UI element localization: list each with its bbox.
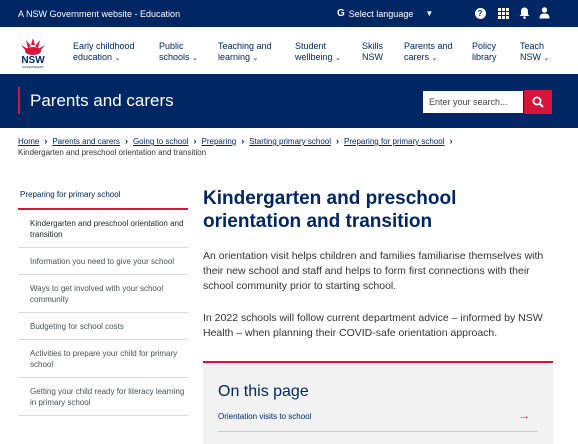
breadcrumb-home[interactable]: Home xyxy=(18,137,39,146)
nav-public-schools[interactable]: Public schools ⌄ xyxy=(159,41,198,64)
on-this-page-box: On this page Orientation visits to schoo… xyxy=(203,361,553,444)
language-label: Select language xyxy=(348,8,414,19)
sidebar-nav: Preparing for primary school Kindergarte… xyxy=(18,186,188,416)
search-button[interactable] xyxy=(524,90,552,114)
sidebar-item-activities[interactable]: Activities to prepare your child for pri… xyxy=(18,340,188,378)
chevron-down-icon: ▼ xyxy=(425,9,434,18)
section-title: Parents and carers xyxy=(30,91,174,110)
chevron-right-icon: › xyxy=(336,136,340,146)
breadcrumb-parents-carers[interactable]: Parents and carers xyxy=(52,137,120,146)
government-site-note: A NSW Government website - Education xyxy=(18,9,181,19)
sidebar-item-literacy[interactable]: Getting your child ready for literacy le… xyxy=(18,378,188,416)
intro-paragraph: An orientation visit helps children and … xyxy=(203,250,544,292)
chevron-right-icon: › xyxy=(44,136,48,146)
bell-icon[interactable] xyxy=(518,7,530,19)
chevron-right-icon: › xyxy=(449,136,453,146)
chevron-down-icon: ⌄ xyxy=(543,55,550,62)
chevron-down-icon: ⌄ xyxy=(192,55,198,62)
language-selector[interactable]: G Select language ▼ xyxy=(337,8,433,19)
nav-skills-nsw[interactable]: Skills NSW xyxy=(362,41,383,63)
chevron-down-icon: ⌄ xyxy=(114,55,121,62)
covid-paragraph: In 2022 schools will follow current depa… xyxy=(203,312,543,339)
chevron-right-icon: › xyxy=(241,136,245,146)
on-this-page-heading: On this page xyxy=(218,383,309,400)
nav-teach-nsw[interactable]: Teach NSW ⌄ xyxy=(520,41,549,64)
breadcrumb-preparing-primary[interactable]: Preparing for primary school xyxy=(344,137,444,146)
help-icon[interactable]: ? xyxy=(474,7,486,19)
page-title: Kindergarten and preschool orientation a… xyxy=(203,188,457,232)
nav-early-childhood[interactable]: Early childhood education ⌄ xyxy=(73,41,135,64)
nav-parents-carers[interactable]: Parents and carers ⌄ xyxy=(404,41,453,64)
breadcrumb-preparing[interactable]: Preparing xyxy=(202,137,237,146)
chevron-right-icon: › xyxy=(124,136,128,146)
sidebar-heading[interactable]: Preparing for primary school xyxy=(18,186,188,210)
breadcrumb-going-to-school[interactable]: Going to school xyxy=(133,137,189,146)
search-input[interactable]: Enter your search... xyxy=(423,91,523,113)
nav-policy-library[interactable]: Policy library xyxy=(472,41,497,63)
sidebar-item-information[interactable]: Information you need to give your school xyxy=(18,248,188,275)
chevron-down-icon: ⌄ xyxy=(252,55,259,62)
nsw-government-logo[interactable]: NSW GOVERNMENT xyxy=(19,37,47,69)
masthead: A NSW Government website - Education G S… xyxy=(0,0,578,27)
breadcrumb-starting-primary[interactable]: Starting primary school xyxy=(249,137,331,146)
sidebar-item-orientation[interactable]: Kindergarten and preschool orientation a… xyxy=(18,210,188,248)
svg-text:GOVERNMENT: GOVERNMENT xyxy=(22,65,44,69)
breadcrumb: Home › Parents and carers › Going to school ›… xyxy=(18,136,563,158)
on-this-page-link[interactable]: Orientation visits to school → xyxy=(218,410,538,432)
search-icon xyxy=(532,96,544,108)
site-header: NSW GOVERNMENT Early childhood education… xyxy=(0,27,578,74)
breadcrumb-current: Kindergarten and preschool orientation a… xyxy=(18,148,207,157)
apps-grid-icon[interactable] xyxy=(497,7,509,19)
nav-teaching-learning[interactable]: Teaching and learning ⌄ xyxy=(218,41,272,64)
chevron-right-icon: › xyxy=(193,136,197,146)
chevron-down-icon: ⌄ xyxy=(335,55,341,62)
section-banner: Parents and carers Enter your search... xyxy=(0,74,578,128)
banner-accent-bar xyxy=(18,87,20,114)
nav-student-wellbeing[interactable]: Student wellbeing ⌄ xyxy=(295,41,341,64)
google-translate-icon: G xyxy=(337,8,345,19)
arrow-right-icon: → xyxy=(519,410,530,422)
sidebar-item-get-involved[interactable]: Ways to get involved with your school co… xyxy=(18,275,188,313)
chevron-down-icon: ⌄ xyxy=(431,55,438,62)
user-icon[interactable] xyxy=(538,7,550,19)
sidebar-item-budgeting[interactable]: Budgeting for school costs xyxy=(18,313,188,340)
